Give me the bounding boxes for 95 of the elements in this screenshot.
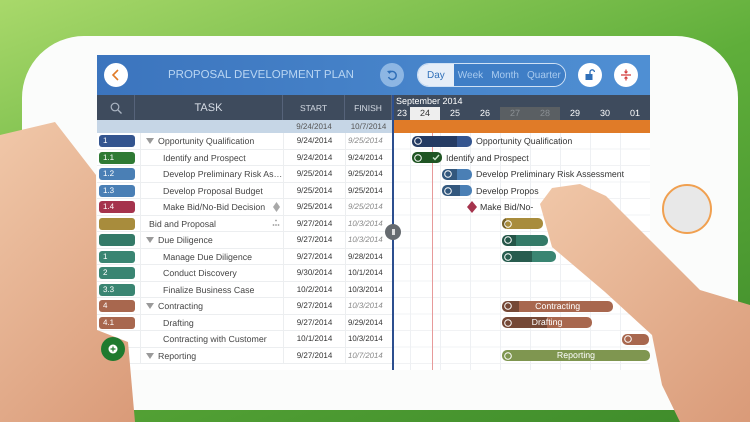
split-icon bbox=[620, 69, 632, 81]
task-number-badge[interactable]: 2 bbox=[99, 267, 135, 279]
task-number-badge[interactable]: 1 bbox=[99, 250, 135, 262]
status-icon bbox=[504, 252, 512, 260]
task-number-badge[interactable]: 1 bbox=[99, 135, 135, 147]
lock-button[interactable] bbox=[578, 63, 602, 87]
task-number-badge[interactable]: 3.3 bbox=[99, 284, 135, 296]
task-name[interactable]: Due Diligence bbox=[158, 235, 213, 245]
gantt-bar[interactable] bbox=[442, 168, 472, 180]
task-name[interactable]: Contracting with Customer bbox=[163, 334, 267, 344]
task-name[interactable]: Bid and Proposal bbox=[149, 218, 216, 228]
diamond-icon bbox=[273, 202, 280, 212]
task-name[interactable]: Contracting bbox=[158, 301, 203, 311]
task-name[interactable]: Conduct Discovery bbox=[163, 268, 237, 278]
task-name[interactable]: Identify and Prospect bbox=[163, 152, 246, 162]
task-number-badge[interactable]: 4.1 bbox=[99, 316, 135, 328]
window-title: PROPOSAL DEVELOPMENT PLAN bbox=[168, 68, 355, 83]
status-icon bbox=[444, 186, 452, 194]
undo-button[interactable] bbox=[380, 63, 404, 87]
gantt-bar[interactable] bbox=[412, 136, 472, 146]
check-icon bbox=[432, 154, 440, 161]
expand-toggle-icon[interactable] bbox=[146, 138, 154, 144]
task-number-badge[interactable]: 4 bbox=[99, 300, 135, 312]
status-icon bbox=[504, 318, 512, 326]
task-number-badge[interactable]: 1.2 bbox=[99, 168, 135, 180]
start-date-cell: 9/27/2014 bbox=[283, 216, 345, 232]
back-button[interactable] bbox=[104, 63, 128, 87]
expand-toggle-icon[interactable] bbox=[146, 352, 154, 358]
chevron-left-icon bbox=[111, 69, 121, 81]
start-date-cell: 10/1/2014 bbox=[283, 331, 345, 347]
start-date-cell: 9/27/2014 bbox=[283, 248, 345, 264]
split-button[interactable] bbox=[614, 63, 638, 87]
start-date-cell: 10/2/2014 bbox=[283, 282, 345, 298]
bar-label: Develop Preliminary Risk Assessment bbox=[476, 168, 624, 181]
gantt-bar[interactable] bbox=[502, 251, 556, 262]
unlock-icon bbox=[584, 69, 596, 81]
start-date-cell: 9/25/2014 bbox=[283, 166, 345, 182]
start-date-cell: 9/27/2014 bbox=[283, 314, 345, 330]
gantt-bar[interactable] bbox=[442, 185, 472, 196]
status-icon bbox=[624, 335, 632, 343]
start-date-cell: 9/25/2014 bbox=[283, 182, 345, 198]
view-mode-tab[interactable]: Day bbox=[418, 64, 454, 86]
task-name[interactable]: Make Bid/No-Bid Decision bbox=[163, 202, 266, 212]
expand-toggle-icon[interactable] bbox=[146, 303, 154, 309]
task-number-badge[interactable] bbox=[99, 218, 135, 230]
bar-label: Develop Propos bbox=[476, 184, 539, 198]
gantt-bar[interactable] bbox=[502, 234, 548, 246]
task-name[interactable]: Finalize Business Case bbox=[163, 284, 254, 294]
task-number-badge[interactable]: 1.1 bbox=[99, 152, 135, 164]
day-header[interactable]: 26 bbox=[470, 107, 500, 120]
status-icon bbox=[504, 352, 512, 360]
start-date-cell: 9/24/2014 bbox=[283, 150, 345, 166]
start-date-cell: 9/24/2014 bbox=[283, 133, 345, 149]
task-name[interactable]: Manage Due Diligence bbox=[163, 252, 252, 262]
task-name[interactable]: Opportunity Qualification bbox=[158, 136, 254, 146]
status-icon bbox=[504, 220, 512, 228]
status-icon bbox=[504, 236, 512, 244]
gantt-bar[interactable] bbox=[502, 218, 543, 229]
bar-label: Identify and Prospect bbox=[446, 152, 529, 165]
task-name[interactable]: Reporting bbox=[158, 350, 196, 360]
day-header[interactable]: 01 bbox=[620, 107, 650, 120]
day-header[interactable]: 29 bbox=[560, 107, 590, 120]
milestone-diamond-icon[interactable] bbox=[467, 201, 477, 213]
project-finish: 10/7/2014 bbox=[350, 121, 388, 133]
day-header[interactable]: 30 bbox=[590, 107, 620, 120]
status-icon bbox=[414, 154, 422, 162]
status-icon bbox=[504, 302, 512, 310]
day-header[interactable]: 25 bbox=[440, 107, 470, 120]
task-number-badge[interactable]: 1.3 bbox=[99, 184, 135, 196]
task-number-badge[interactable]: 1.4 bbox=[99, 201, 135, 213]
gantt-bar[interactable] bbox=[412, 152, 442, 163]
gantt-bar[interactable]: Contracting bbox=[502, 300, 614, 312]
project-start: 9/24/2014 bbox=[295, 121, 333, 133]
start-date-cell: 9/30/2014 bbox=[283, 265, 345, 281]
expand-toggle-icon[interactable] bbox=[146, 237, 154, 243]
start-date-cell: 9/25/2014 bbox=[283, 199, 345, 215]
drag-handle-icon[interactable] bbox=[272, 218, 280, 226]
gantt-bar[interactable]: Drafting bbox=[502, 317, 592, 328]
status-icon bbox=[414, 137, 422, 145]
status-icon bbox=[444, 170, 452, 178]
start-date-cell: 9/27/2014 bbox=[283, 348, 345, 364]
start-date-cell: 9/27/2014 bbox=[283, 298, 345, 314]
pane-splitter-handle[interactable] bbox=[385, 224, 401, 240]
task-name[interactable]: Develop Proposal Budget bbox=[163, 186, 263, 196]
day-header[interactable]: 23 bbox=[394, 107, 410, 120]
day-header[interactable]: 24 bbox=[410, 107, 440, 120]
undo-icon bbox=[386, 69, 398, 81]
bar-label: Opportunity Qualification bbox=[476, 135, 572, 148]
search-icon bbox=[110, 102, 122, 114]
task-name[interactable]: Develop Preliminary Risk As… bbox=[163, 169, 282, 179]
month-label: September 2014 bbox=[395, 95, 464, 107]
plus-icon bbox=[108, 344, 118, 354]
start-date-cell: 9/27/2014 bbox=[283, 232, 345, 248]
task-name[interactable]: Drafting bbox=[163, 318, 194, 328]
bar-label: Make Bid/No- bbox=[480, 201, 534, 214]
